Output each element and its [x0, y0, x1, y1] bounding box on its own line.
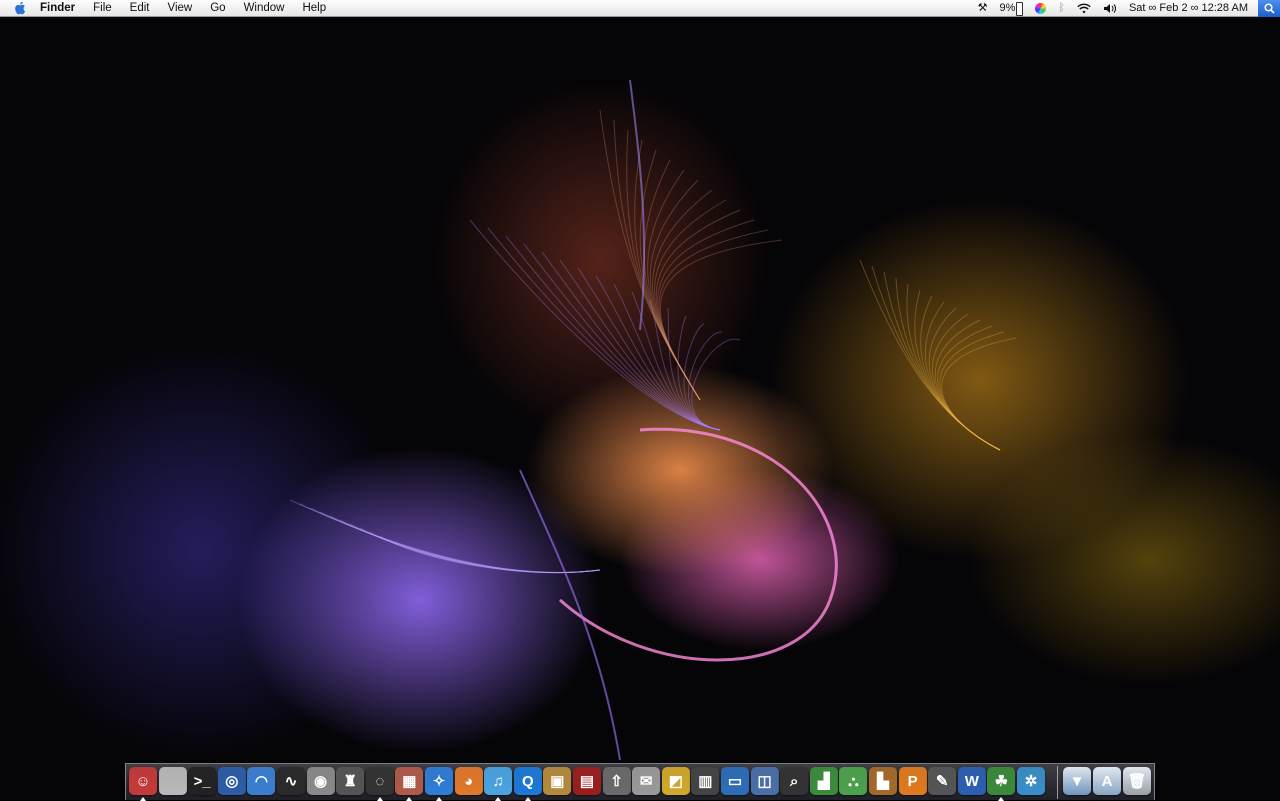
dock-item-photobooth[interactable]: ▤: [573, 767, 601, 795]
dock-item-downloads-folder[interactable]: ▼: [1063, 767, 1091, 795]
wifi-icon[interactable]: [1071, 3, 1097, 14]
wallpaper-strand: [487, 227, 721, 431]
wallpaper-strand: [658, 229, 769, 401]
wallpaper-strand: [289, 499, 601, 573]
running-indicator: [406, 797, 413, 801]
running-indicator: [436, 797, 442, 801]
wallpaper-strand: [906, 283, 1001, 451]
dock-item-activity-monitor[interactable]: ∿: [277, 767, 305, 795]
dock: ☺ >_ ◎ ◠ ∿ ◉ ♜ ◌ ▦ ✧ ◕ ♫ Q ▣ ▤ ⇧ ✉ ◩ ▥ ▭ ◫ ⌕ ▟ ⛬ ▙ P ✎ W ☘ ✲ ▼ A 🗑: [125, 763, 1155, 801]
dock-item-airport[interactable]: ◠: [247, 767, 276, 795]
dock-item-numbers[interactable]: ▟: [809, 767, 838, 795]
battery-icon: [1016, 1, 1024, 16]
dock-item-address-book[interactable]: ✉: [632, 767, 661, 795]
wallpaper-strand: [652, 189, 713, 401]
wallpaper-strand: [299, 503, 601, 573]
menu-app-finder[interactable]: Finder: [40, 0, 84, 17]
menu-bar: Finder File Edit View Go Window Help ⚒ 9…: [0, 0, 1280, 17]
running-indicator: [376, 797, 383, 801]
dock-item-word[interactable]: W: [957, 767, 986, 795]
dock-item-vmware[interactable]: ◫: [750, 767, 779, 795]
running-indicator: [495, 797, 502, 801]
running-indicator: [140, 797, 146, 801]
dock-item-safari[interactable]: ✧: [425, 767, 453, 795]
wallpaper-strand: [925, 301, 1001, 451]
dock-item-firefox[interactable]: ◕: [454, 767, 483, 795]
dock-separator: [1057, 766, 1058, 799]
dock-item-finder[interactable]: ☺: [129, 767, 157, 795]
menu-edit[interactable]: Edit: [121, 0, 159, 17]
spotlight-search-icon[interactable]: [1258, 0, 1280, 17]
dock-item-remote-desktop[interactable]: ▭: [721, 767, 749, 795]
dock-item-adium[interactable]: ☘: [987, 767, 1016, 795]
wrench-hammer-icon[interactable]: ⚒: [972, 0, 994, 17]
wallpaper-strand: [309, 507, 601, 573]
wallpaper-strand: [559, 427, 838, 662]
wallpaper-strand: [941, 337, 1017, 451]
running-indicator: [998, 797, 1005, 801]
dock-item-keynote[interactable]: ▙: [869, 767, 897, 795]
color-sync-icon[interactable]: [1029, 3, 1052, 14]
dock-item-cyberduck[interactable]: ✲: [1017, 767, 1045, 795]
dock-item-photos[interactable]: ▦: [395, 767, 424, 795]
wallpaper-strand: [871, 265, 1001, 451]
wallpaper-strand: [655, 209, 741, 401]
wallpaper-strand: [934, 319, 1001, 451]
dock-item-network-utility[interactable]: ⛬: [839, 767, 868, 795]
menu-view[interactable]: View: [159, 0, 202, 17]
dock-item-flickr-uploader[interactable]: ⇧: [602, 767, 631, 795]
menu-file[interactable]: File: [84, 0, 121, 17]
dock-item-automator[interactable]: ♜: [336, 767, 365, 795]
dock-item-apple[interactable]: [158, 767, 187, 795]
wallpaper-strand: [519, 469, 621, 761]
menu-window[interactable]: Window: [235, 0, 294, 17]
dock-item-script-editor[interactable]: ✎: [928, 767, 957, 795]
dock-item-applications-folder[interactable]: A: [1093, 767, 1121, 795]
bluetooth-icon[interactable]: ᛒ: [1052, 0, 1071, 17]
dock-item-preview[interactable]: ◩: [661, 767, 690, 795]
cpu-percent: 9%: [999, 2, 1016, 14]
dock-item-network[interactable]: ◎: [217, 767, 246, 795]
apple-logo-icon[interactable]: [0, 1, 40, 15]
wallpaper-strand: [523, 243, 721, 431]
cpu-meter[interactable]: 9%: [993, 0, 1029, 17]
wallpaper-strand: [647, 169, 701, 401]
dock-item-itunes[interactable]: ♫: [484, 767, 513, 795]
dock-item-dvd-player[interactable]: ◌: [365, 767, 394, 795]
wallpaper-strand: [895, 277, 1001, 451]
dock-item-trash[interactable]: 🗑: [1123, 767, 1151, 795]
menu-help[interactable]: Help: [293, 0, 335, 17]
dock-item-iphoto[interactable]: ▣: [543, 767, 572, 795]
dock-item-pages[interactable]: P: [898, 767, 927, 795]
running-indicator: [524, 797, 531, 801]
menu-clock[interactable]: Sat ∞ Feb 2 ∞ 12:28 AM: [1123, 0, 1258, 17]
dock-item-quicksilver[interactable]: ⌕: [780, 767, 809, 795]
desktop-wallpaper: [0, 0, 1280, 800]
menu-go[interactable]: Go: [201, 0, 234, 17]
wallpaper-strand: [599, 109, 701, 401]
dock-item-quicktime[interactable]: Q: [513, 767, 542, 795]
dock-item-terminal[interactable]: >_: [188, 767, 217, 795]
wallpaper-swirls: [289, 79, 1017, 761]
dock-item-disk-utility[interactable]: ◉: [306, 767, 335, 795]
wallpaper-strand: [541, 251, 721, 431]
volume-icon[interactable]: [1097, 3, 1123, 14]
dock-item-textedit[interactable]: ▥: [691, 767, 720, 795]
